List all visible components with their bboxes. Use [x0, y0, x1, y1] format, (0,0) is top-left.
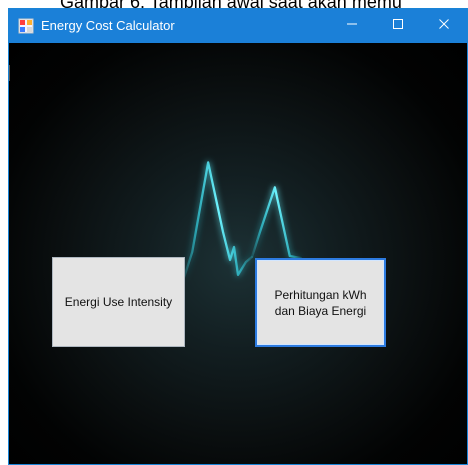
maximize-button[interactable] — [375, 9, 421, 43]
close-icon — [438, 17, 450, 35]
minimize-icon — [346, 17, 358, 35]
energy-use-intensity-button[interactable]: Energi Use Intensity — [52, 257, 185, 347]
window-controls — [329, 9, 467, 43]
energy-cost-calculator-window: Energy Cost Calculator Energi Use Intens… — [8, 8, 468, 465]
screenshot-page: Gambar 6. Tampilan awal saat akan memu E… — [0, 0, 468, 465]
minimize-button[interactable] — [329, 9, 375, 43]
kwh-energy-cost-button[interactable]: Perhitungan kWh dan Biaya Energi — [255, 258, 386, 347]
maximize-icon — [392, 17, 404, 35]
window-titlebar[interactable]: Energy Cost Calculator — [9, 9, 467, 43]
window-client-area: Energi Use Intensity Perhitungan kWh dan… — [9, 43, 467, 464]
application-icon — [18, 18, 34, 34]
pulse-right-peak — [250, 186, 302, 260]
pulse-middle-peaks — [183, 161, 254, 279]
window-title: Energy Cost Calculator — [41, 18, 175, 33]
close-button[interactable] — [421, 9, 467, 43]
heartbeat-wave-graphic — [9, 161, 467, 279]
